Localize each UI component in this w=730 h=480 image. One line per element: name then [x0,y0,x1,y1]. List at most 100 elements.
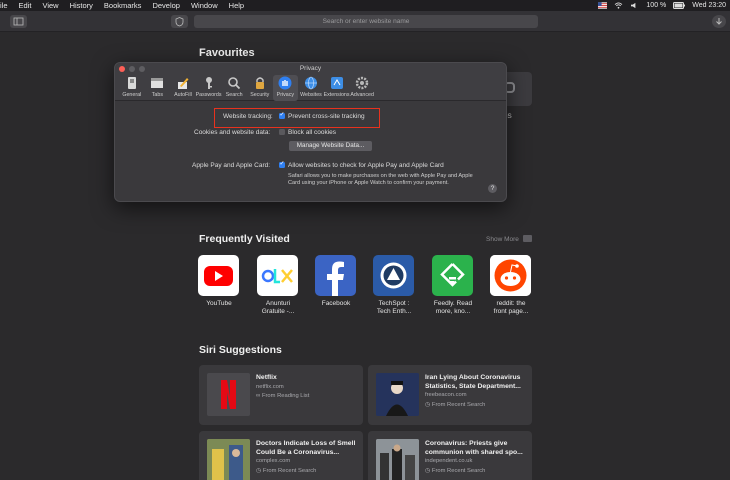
search-icon [228,77,241,90]
tab-passwords[interactable]: Passwords [196,75,222,101]
block-cookies-label[interactable]: Block all cookies [288,129,336,136]
site-label: Feedly. Read more, kno... [433,300,473,315]
card-source: ◷ From Recent Search [425,401,485,408]
news-thumbnail [376,439,419,480]
tab-label: AutoFill [174,92,192,98]
battery-percentage: 100 % [646,2,667,9]
lock-icon [255,77,264,89]
menu-develop[interactable]: Develop [152,1,180,10]
tab-label: Security [250,92,270,98]
applepay-checkbox[interactable] [279,160,285,168]
tabs-icon [151,78,164,88]
address-bar[interactable]: Search or enter website name [194,15,538,28]
frequent-site-olx[interactable]: Anunturi Gratuite -... [257,255,299,316]
techspot-icon [373,255,414,296]
block-cookies-checkbox[interactable] [279,129,285,135]
menu-bookmarks[interactable]: Bookmarks [104,1,142,10]
frequently-visited-title: Frequently Visited [199,233,290,245]
news-thumbnail [376,373,419,416]
site-label: Anunturi Gratuite -... [261,300,295,315]
site-label: Facebook [321,300,351,307]
frequent-site-feedly[interactable]: Feedly. Read more, kno... [432,255,474,316]
tab-general[interactable]: General [119,75,145,101]
netflix-thumbnail [207,373,250,416]
show-more-icon[interactable] [523,235,532,242]
card-domain: netflix.com [256,384,284,390]
frequent-site-youtube[interactable]: YouTube [198,255,240,308]
card-source-text: From Reading List [261,393,310,399]
siri-card-smell[interactable]: Doctors Indicate Loss of Smell Could Be … [199,431,363,480]
tab-extensions[interactable]: Extensions [324,75,350,101]
menu-window[interactable]: Window [191,1,218,10]
preferences-title: Privacy [299,65,322,72]
clock-icon: ◷ [425,468,432,474]
website-tracking-label: Website tracking: [223,113,273,120]
preferences-tabs: General Tabs AutoFill Passwords Search S… [119,75,375,101]
help-button[interactable]: ? [488,184,497,193]
siri-card-netflix[interactable]: Netflix netflix.com ∞ From Reading List [199,365,363,425]
prevent-tracking-label[interactable]: Prevent cross-site tracking [288,113,365,120]
card-source: ◷ From Recent Search [256,467,316,474]
sidebar-button[interactable] [10,15,27,28]
volume-icon[interactable] [630,2,639,9]
card-source-text: From Recent Search [431,402,486,408]
news-thumbnail [207,439,250,480]
card-domain: freebeacon.com [425,392,467,398]
clock[interactable]: Wed 23:20 [692,2,726,9]
clock-icon: ◷ [425,402,432,408]
applepay-description: Safari allows you to make purchases on t… [288,173,473,186]
site-label: reddit: the front page... [493,300,529,315]
gear-icon [355,76,369,90]
tab-label: General [122,92,142,98]
tab-label: Privacy [276,92,295,98]
prevent-tracking-checkbox[interactable] [279,111,285,119]
frequent-site-reddit[interactable]: reddit: the front page... [490,255,532,316]
flag-icon[interactable] [598,2,608,9]
card-domain: independent.co.uk [425,458,473,464]
general-switch-icon [127,77,136,89]
show-more-link[interactable]: Show More [486,236,519,243]
preferences-titlebar: Privacy General Tabs AutoFill Passwords … [115,63,506,101]
menu-view[interactable]: View [42,1,58,10]
battery-icon[interactable] [673,2,686,9]
tab-advanced[interactable]: Advanced [349,75,375,101]
wifi-icon[interactable] [614,2,623,9]
youtube-icon [198,255,239,296]
tab-security[interactable]: Security [247,75,273,101]
downloads-button[interactable] [712,15,726,28]
tab-autofill[interactable]: AutoFill [170,75,196,101]
tab-tabs[interactable]: Tabs [145,75,171,101]
card-title: Netflix [256,374,277,381]
tab-websites[interactable]: Websites [298,75,324,101]
clock-icon: ◷ [256,468,263,474]
privacy-preferences-window: Privacy General Tabs AutoFill Passwords … [114,62,507,202]
menu-edit[interactable]: Edit [19,1,32,10]
menu-help[interactable]: Help [229,1,244,10]
siri-card-communion[interactable]: Coronavirus: Priests give communion with… [368,431,532,480]
card-title: Doctors Indicate Loss of Smell Could Be … [256,440,356,456]
frequent-site-facebook[interactable]: Facebook [315,255,357,308]
card-source-text: From Recent Search [431,468,486,474]
olx-icon [257,255,298,296]
tab-label: Extensions [323,92,350,98]
menu-file[interactable]: ile [0,1,8,10]
card-source: ◷ From Recent Search [425,467,485,474]
tab-label: Advanced [350,92,374,98]
manage-website-data-button[interactable]: Manage Website Data... [289,141,372,151]
tab-search[interactable]: Search [221,75,247,101]
card-source-text: From Recent Search [262,468,317,474]
siri-card-iran[interactable]: Iran Lying About Coronavirus Statistics,… [368,365,532,425]
menu-history[interactable]: History [70,1,93,10]
tab-privacy[interactable]: Privacy [272,75,299,101]
feedly-icon [432,255,473,296]
reddit-icon [490,255,531,296]
site-label: YouTube [206,300,232,307]
privacy-report-button[interactable] [171,15,188,28]
applepay-check-label[interactable]: Allow websites to check for Apple Pay an… [288,162,444,169]
download-icon [716,18,722,25]
frequent-site-techspot[interactable]: TechSpot : Tech Enth... [373,255,415,316]
applepay-label: Apple Pay and Apple Card: [192,162,271,169]
tab-label: Tabs [151,92,163,98]
menu-bar: ile Edit View History Bookmarks Develop … [0,0,730,11]
card-title: Iran Lying About Coronavirus Statistics,… [425,374,521,390]
